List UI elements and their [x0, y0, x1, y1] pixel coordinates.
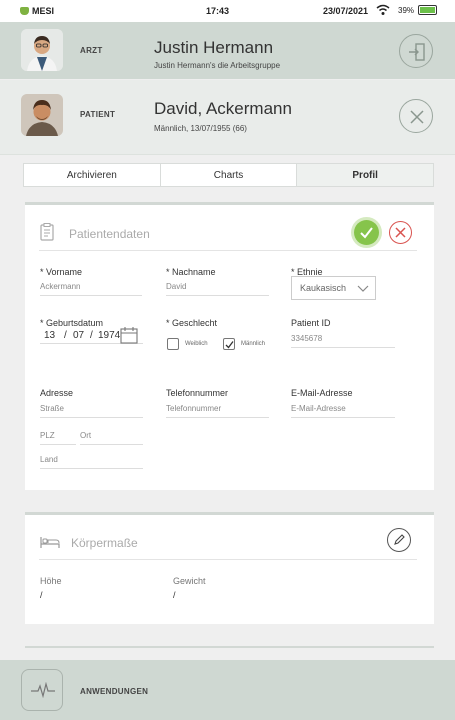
- maennlich-label: Männlich: [241, 341, 266, 347]
- status-date: 23/07/2021: [323, 6, 369, 16]
- patient-data-card: Patientendaten * Vorname Ackermann * Nac…: [25, 202, 434, 490]
- hoehe-value: /: [40, 590, 43, 600]
- doctor-avatar: [21, 29, 63, 71]
- geschlecht-label: * Geschlecht: [166, 318, 218, 328]
- email-field[interactable]: E-Mail-Adresse: [291, 404, 395, 418]
- divider: [39, 250, 417, 251]
- date-year: 1974: [98, 330, 121, 341]
- telefon-label: Telefonnummer: [166, 388, 229, 398]
- logout-icon: [409, 43, 425, 61]
- body-measures-card: Körpermaße Höhe / Gewicht /: [25, 512, 434, 624]
- plz-field[interactable]: PLZ: [40, 431, 76, 445]
- wifi-icon: [376, 4, 390, 15]
- applications-label: ANWENDUNGEN: [80, 687, 149, 696]
- patient-role-label: PATIENT: [80, 110, 116, 119]
- doctor-name: Justin Hermann: [154, 38, 274, 57]
- date-day: 13: [44, 330, 56, 341]
- patient-id-field[interactable]: 3345678: [291, 334, 395, 348]
- profile-tabs: Archivieren Charts Profil: [23, 163, 434, 187]
- doctor-role-label: ARZT: [80, 46, 103, 55]
- ethnie-value: Kaukasisch: [300, 283, 347, 293]
- patient-details: Männlich, 13/07/1955 (66): [154, 124, 247, 133]
- date-month: 07: [73, 330, 85, 341]
- close-icon: [410, 110, 424, 124]
- tab-archivieren[interactable]: Archivieren: [24, 164, 161, 186]
- battery-percent: 39%: [398, 6, 415, 15]
- hoehe-label: Höhe: [40, 576, 62, 586]
- tab-charts[interactable]: Charts: [161, 164, 298, 186]
- pulse-icon: [31, 682, 55, 698]
- telefon-field[interactable]: Telefonnummer: [166, 404, 269, 418]
- next-card-edge: [25, 646, 434, 648]
- adresse-label: Adresse: [40, 388, 74, 398]
- status-app-name: MESI: [32, 6, 55, 16]
- patient-name: David, Ackermann: [154, 99, 292, 118]
- clipboard-icon: [40, 223, 54, 241]
- date-separator: /: [90, 330, 93, 341]
- land-field[interactable]: Land: [40, 455, 143, 469]
- calendar-icon[interactable]: [120, 326, 138, 344]
- maennlich-checkbox[interactable]: [223, 338, 235, 350]
- bottom-bar: ANWENDUNGEN: [0, 660, 455, 720]
- doctor-group: Justin Hermann's die Arbeitsgruppe: [154, 61, 281, 70]
- nachname-label: * Nachname: [166, 267, 216, 277]
- bed-icon: [40, 537, 60, 548]
- mesi-logo-icon: [20, 7, 29, 15]
- chevron-down-icon: [357, 285, 369, 292]
- weiblich-label: Weiblich: [185, 341, 208, 347]
- geburtsdatum-label: * Geburtsdatum: [40, 318, 104, 328]
- edit-button[interactable]: [387, 528, 411, 552]
- tab-profil[interactable]: Profil: [297, 164, 434, 186]
- cancel-button[interactable]: [389, 221, 412, 244]
- patient-header: PATIENT David, Ackermann Männlich, 13/07…: [0, 80, 455, 155]
- status-app: MESI: [20, 6, 54, 16]
- email-label: E-Mail-Adresse: [291, 388, 353, 398]
- status-bar: MESI 17:43 23/07/2021 39%: [0, 0, 455, 22]
- logout-button[interactable]: [399, 34, 433, 68]
- strasse-field[interactable]: Straße: [40, 404, 143, 418]
- doctor-header: ARZT Justin Hermann Justin Hermann's die…: [0, 22, 455, 79]
- ethnie-select[interactable]: Kaukasisch: [291, 276, 376, 300]
- pencil-icon: [394, 534, 405, 545]
- patient-avatar: [21, 94, 63, 136]
- status-time: 17:43: [206, 6, 230, 16]
- date-separator: /: [64, 330, 67, 341]
- battery-icon: [418, 5, 437, 15]
- vorname-field[interactable]: Ackermann: [40, 282, 142, 296]
- patient-id-label: Patient ID: [291, 318, 331, 328]
- body-measures-title: Körpermaße: [71, 536, 138, 550]
- applications-button[interactable]: [21, 669, 63, 711]
- divider: [39, 559, 417, 560]
- check-icon: [360, 227, 373, 239]
- weiblich-checkbox[interactable]: [167, 338, 179, 350]
- save-button[interactable]: [354, 220, 379, 245]
- close-patient-button[interactable]: [399, 99, 433, 133]
- x-icon: [395, 227, 406, 238]
- check-icon: [225, 341, 234, 349]
- gewicht-value: /: [173, 590, 176, 600]
- gewicht-label: Gewicht: [173, 576, 206, 586]
- patient-data-title: Patientendaten: [69, 227, 150, 241]
- vorname-label: * Vorname: [40, 267, 83, 277]
- nachname-field[interactable]: David: [166, 282, 269, 296]
- ort-field[interactable]: Ort: [80, 431, 143, 445]
